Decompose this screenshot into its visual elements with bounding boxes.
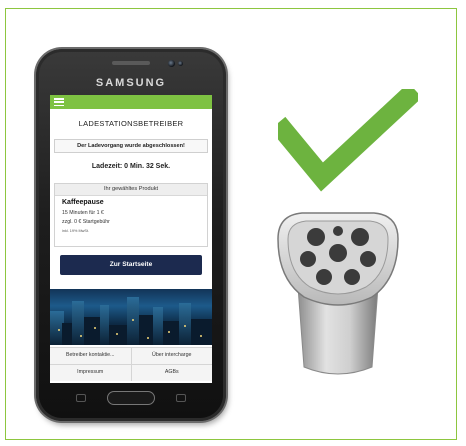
phone-sensor <box>178 61 183 66</box>
product-tax-line: inkl. 19% MwSt. <box>62 229 90 233</box>
phone-brand: SAMSUNG <box>95 77 167 89</box>
phone-home-button[interactable] <box>107 391 155 405</box>
contact-operator-link[interactable]: Betreiber kontaktie... <box>50 348 132 364</box>
product-fee-line: zzgl. 0 € Startgebühr <box>62 219 110 225</box>
page-title: LADESTATIONSBETREIBER <box>78 119 184 128</box>
product-price-line: 15 Minuten für 1 € <box>62 210 104 216</box>
product-card-header: Ihr gewähltes Produkt <box>55 184 207 196</box>
back-key[interactable] <box>176 394 186 402</box>
footer-row-1: Betreiber kontaktie... Über intercharge <box>50 347 212 364</box>
front-camera <box>168 60 175 67</box>
app-topbar <box>50 95 212 109</box>
menu-icon[interactable] <box>54 98 64 107</box>
selected-product-card: Ihr gewähltes Produkt Kaffeepause 15 Min… <box>54 183 208 247</box>
smartphone: SAMSUNG LADESTATIONSBETREIBER Der Ladevo… <box>36 49 226 421</box>
recent-apps-key[interactable] <box>76 394 86 402</box>
home-button[interactable]: Zur Startseite <box>60 255 202 275</box>
terms-link[interactable]: AGBs <box>132 365 213 381</box>
status-notice: Der Ladevorgang wurde abgeschlossen! <box>54 139 208 153</box>
phone-screen: LADESTATIONSBETREIBER Der Ladevorgang wu… <box>50 95 212 383</box>
phone-earpiece <box>112 61 150 65</box>
illustration-frame: SAMSUNG LADESTATIONSBETREIBER Der Ladevo… <box>5 8 457 440</box>
charging-plug-icon <box>277 212 399 375</box>
product-name: Kaffeepause <box>62 199 104 206</box>
charge-time: Ladezeit: 0 Min. 32 Sek. <box>91 163 171 170</box>
checkmark-icon <box>278 89 418 192</box>
about-intercharge-link[interactable]: Über intercharge <box>132 348 213 364</box>
imprint-link[interactable]: Impressum <box>50 365 132 381</box>
city-banner-image <box>50 289 212 345</box>
footer-row-2: Impressum AGBs <box>50 364 212 381</box>
